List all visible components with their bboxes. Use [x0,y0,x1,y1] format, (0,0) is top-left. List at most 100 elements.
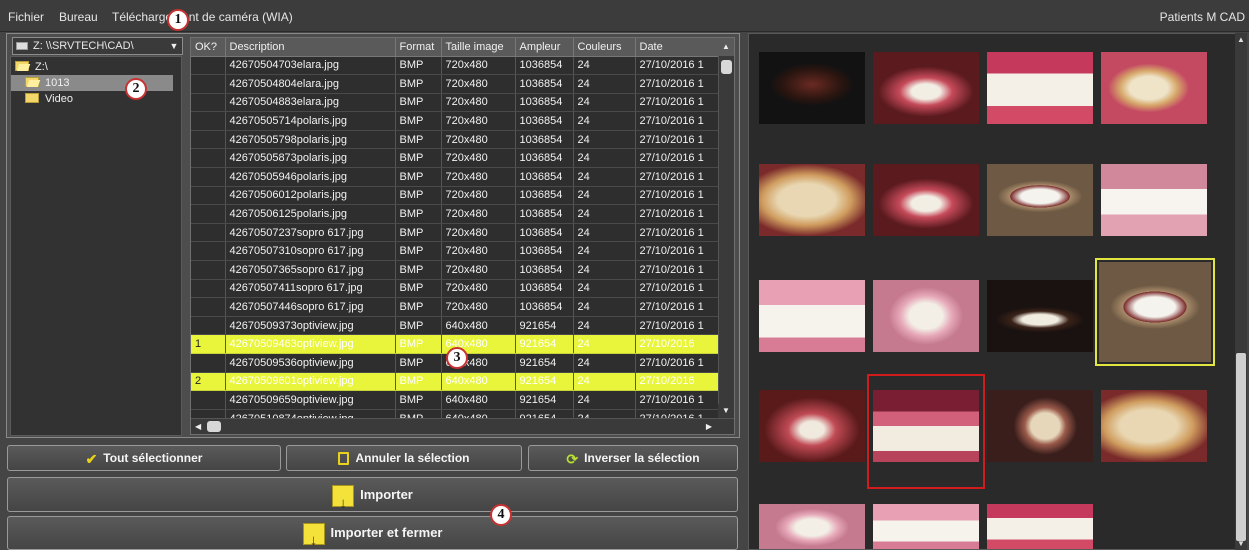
menu-bureau[interactable]: Bureau [59,10,98,24]
table-cell: 24 [573,316,636,336]
image-thumbnail[interactable] [759,390,865,462]
table-cell: 27/10/2016 1 [635,56,721,76]
table-row[interactable]: 42670505798polaris.jpg BMP 720x480 1036854 2… [191,130,721,150]
table-row[interactable]: 42670506012polaris.jpg BMP 720x480 1036854 2… [191,186,721,206]
table-cell: 42670509536optiview.jpg [225,353,396,373]
column-header[interactable]: Date [635,38,721,57]
table-cell: BMP [395,223,442,243]
scroll-right-icon[interactable]: ▶ [706,419,712,434]
import-button[interactable]: Importer [7,477,738,520]
image-thumbnail[interactable] [759,164,865,236]
table-cell: 42670505798polaris.jpg [225,130,396,150]
column-header[interactable]: Description [225,38,396,57]
scroll-left-icon[interactable]: ◀ [195,419,201,434]
column-header[interactable]: Taille image [441,38,516,57]
table-row[interactable]: 42670509659optiview.jpg BMP 640x480 921654 2… [191,390,721,410]
image-thumbnail[interactable] [987,390,1093,462]
dropdown-arrow-icon[interactable]: ▼ [168,38,180,54]
table-cell: 24 [573,334,636,354]
table-row[interactable]: 42670506125polaris.jpg BMP 720x480 1036854 2… [191,204,721,224]
import-and-close-button[interactable]: Importer et fermer [7,516,738,550]
image-thumbnail[interactable] [759,280,865,352]
table-cell: 720x480 [441,56,516,76]
scroll-thumb[interactable] [1236,353,1246,541]
scroll-up-icon[interactable]: ▲ [1235,35,1247,44]
table-cell: 1036854 [515,56,574,76]
table-cell: 921654 [515,316,574,336]
import-icon [332,484,355,520]
column-header[interactable]: Couleurs [573,38,636,57]
table-cell: 27/10/2016 1 [635,204,721,224]
table-cell [191,260,226,280]
menu-fichier[interactable]: Fichier [8,10,44,24]
image-thumbnail[interactable] [759,504,865,549]
scroll-thumb[interactable] [207,421,221,432]
drive-select[interactable]: Z: \\SRVTECH\CAD\ ▼ [12,37,183,55]
image-thumbnail[interactable] [1101,52,1207,124]
table-cell: 24 [573,111,636,131]
tree-item-Video[interactable]: Video [11,91,73,107]
table-cell: 1036854 [515,167,574,187]
image-thumbnail[interactable] [987,280,1093,352]
scroll-down-icon[interactable]: ▼ [718,404,734,418]
table-cell [191,186,226,206]
table-row[interactable]: 42670507446sopro 617.jpg BMP 720x480 103685… [191,297,721,317]
table-row[interactable]: 42670505714polaris.jpg BMP 720x480 1036854 2… [191,111,721,131]
table-row[interactable]: 42670504883elara.jpg BMP 720x480 1036854 24 2… [191,93,721,113]
table-cell: 24 [573,390,636,410]
table-row[interactable]: 2 42670509601optiview.jpg BMP 640x480 921654… [191,372,721,392]
column-header[interactable]: Ampleur [515,38,574,57]
table-row[interactable]: 42670504804elara.jpg BMP 720x480 1036854 24 2… [191,74,721,94]
table-cell [191,297,226,317]
table-cell: 640x480 [441,316,516,336]
image-thumbnail[interactable] [873,280,979,352]
table-cell: 27/10/2016 1 [635,148,721,169]
table-row[interactable]: 42670507365sopro 617.jpg BMP 720x480 103685… [191,260,721,280]
table-cell: 42670509373optiview.jpg [225,316,396,336]
document-icon [338,452,350,466]
cancel-selection-button[interactable]: Annuler la sélection [286,445,522,471]
scroll-up-icon[interactable]: ▲ [718,38,734,56]
table-cell: 42670505873polaris.jpg [225,148,396,169]
table-row[interactable]: 42670507310sopro 617.jpg BMP 720x480 103685… [191,241,721,262]
image-thumbnail[interactable] [987,52,1093,124]
image-thumbnail[interactable] [873,504,979,549]
image-thumbnail[interactable] [1101,390,1207,462]
table-cell: BMP [395,279,442,299]
scroll-thumb[interactable] [721,60,732,74]
table-cell: BMP [395,130,442,150]
table-row[interactable]: 42670505946polaris.jpg BMP 720x480 1036854 2… [191,167,721,187]
table-cell: 42670506125polaris.jpg [225,204,396,224]
table-row[interactable]: 42670504703elara.jpg BMP 720x480 1036854 24 2… [191,56,721,76]
table-cell: 640x480 [441,372,516,392]
column-header[interactable]: Format [395,38,442,57]
column-header[interactable]: OK? [191,38,226,57]
table-row[interactable]: 42670507237sopro 617.jpg BMP 720x480 103685… [191,223,721,243]
image-thumbnail[interactable] [987,164,1093,236]
tree-item-1013[interactable]: 1013 [11,75,173,91]
image-thumbnail[interactable] [987,504,1093,549]
table-cell [191,353,226,373]
table-row[interactable]: 42670509373optiview.jpg BMP 640x480 921654 2… [191,316,721,336]
table-cell: 1036854 [515,204,574,224]
image-thumbnail[interactable] [873,52,979,124]
select-all-button[interactable]: ✔ Tout sélectionner [7,445,281,471]
image-thumbnail[interactable] [873,164,979,236]
folder-open-icon [25,77,39,87]
cancel-selection-label: Annuler la sélection [355,451,470,465]
image-thumbnail[interactable] [1101,164,1207,236]
invert-selection-button[interactable]: ⟳ Inverser la sélection [528,445,738,471]
table-horizontal-scrollbar[interactable]: ◀ ▶ [191,418,734,434]
table-row[interactable]: 42670507411sopro 617.jpg BMP 720x480 103685… [191,279,721,299]
tree-item-Z[interactable]: Z:\ [11,59,48,75]
table-cell: 42670509601optiview.jpg [225,372,396,392]
table-cell: BMP [395,353,442,373]
image-thumbnail[interactable] [759,52,865,124]
menu-camera-download[interactable]: Téléchargement de caméra (WIA) [112,10,293,24]
gallery-scrollbar[interactable]: ▲ ▼ [1235,33,1247,550]
table-row[interactable]: 42670505873polaris.jpg BMP 720x480 1036854 2… [191,148,721,169]
table-cell: 24 [573,167,636,187]
scroll-down-icon[interactable]: ▼ [1235,539,1247,548]
table-vertical-scrollbar[interactable] [718,56,734,420]
table-cell: 1036854 [515,186,574,206]
